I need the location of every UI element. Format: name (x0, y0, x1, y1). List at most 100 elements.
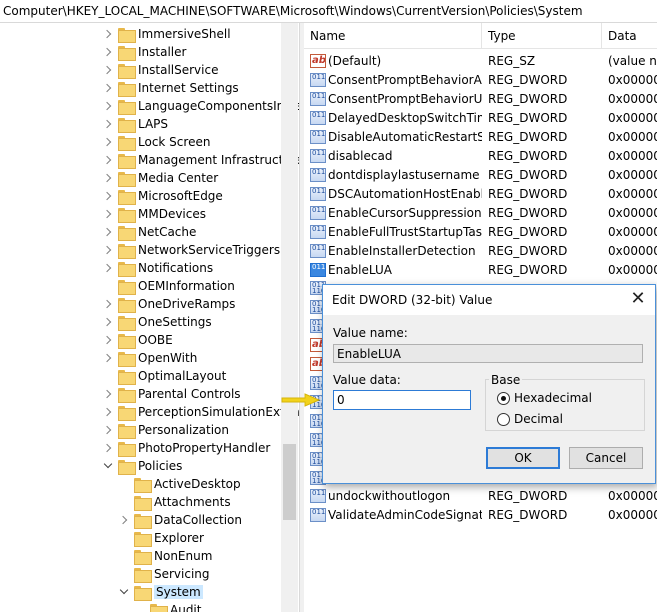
tree-item[interactable]: NetworkServiceTriggers (102, 241, 280, 259)
tree-item-label: Internet Settings (138, 81, 239, 95)
tree-scrollbar-thumb[interactable] (283, 444, 296, 520)
chevron-right-icon[interactable] (102, 331, 114, 349)
tree-item[interactable]: NetCache (102, 223, 196, 241)
tree-item[interactable]: Parental Controls (102, 385, 241, 403)
tree-item[interactable]: Servicing (118, 565, 210, 583)
chevron-right-icon[interactable] (102, 295, 114, 313)
tree-item[interactable]: OEMInformation (102, 277, 235, 295)
dword-value-icon: 011 110 (310, 205, 326, 220)
chevron-right-icon[interactable] (102, 97, 114, 115)
value-row[interactable]: 011 110EnableInstallerDetection REG_DWORD… (304, 241, 657, 260)
tree-item[interactable]: OneDriveRamps (102, 295, 235, 313)
tree-scrollbar[interactable] (281, 23, 298, 612)
tree-item[interactable]: OOBE (102, 331, 173, 349)
key-tree: ImmersiveShell Installer InstallService Int… (0, 23, 299, 612)
value-row[interactable]: 011 110EnableLUA REG_DWORD 0x0000000 (304, 260, 657, 279)
close-icon[interactable]: ✕ (627, 289, 649, 311)
value-type-cell: REG_DWORD (488, 91, 568, 106)
tree-item[interactable]: NonEnum (118, 547, 212, 565)
value-row[interactable]: 011 110EnableFullTrustStartupTasks REG_DW… (304, 222, 657, 241)
tree-item[interactable]: PerceptionSimulationExten (102, 403, 299, 421)
value-row[interactable]: 011 110EnableCursorSuppression REG_DWORD 0… (304, 203, 657, 222)
value-row[interactable]: 011 110DSCAutomationHostEnabled REG_DWORD… (304, 184, 657, 203)
chevron-right-icon[interactable] (102, 259, 114, 277)
tree-item-label: Audit (170, 603, 202, 612)
tree-item[interactable]: Internet Settings (102, 79, 239, 97)
value-row[interactable]: 011 110ValidateAdminCodeSignatu... REG_DW… (304, 505, 657, 524)
folder-icon (118, 27, 136, 43)
value-row[interactable]: 011 110dontdisplaylastusername REG_DWORD 0… (304, 165, 657, 184)
tree-item[interactable]: Installer (102, 43, 186, 61)
chevron-right-icon[interactable] (102, 421, 114, 439)
value-row[interactable]: 011 110disablecad REG_DWORD 0x0000000 (304, 146, 657, 165)
chevron-right-icon[interactable] (102, 439, 114, 457)
chevron-right-icon[interactable] (102, 43, 114, 61)
chevron-right-icon (118, 529, 130, 547)
decimal-radio[interactable]: Decimal (497, 412, 563, 426)
chevron-right-icon[interactable] (102, 25, 114, 43)
value-row[interactable]: 011 110undockwithoutlogon REG_DWORD 0x0000… (304, 486, 657, 505)
tree-item-label: NetworkServiceTriggers (138, 243, 281, 257)
chevron-right-icon[interactable] (102, 403, 114, 421)
value-row[interactable]: 011 110ConsentPromptBehaviorUser REG_DWOR… (304, 89, 657, 108)
tree-item[interactable]: ImmersiveShell (102, 25, 231, 43)
chevron-right-icon[interactable] (102, 205, 114, 223)
chevron-down-icon[interactable] (102, 457, 114, 475)
chevron-down-icon[interactable] (118, 583, 130, 601)
column-name-header[interactable]: Name (304, 23, 482, 49)
chevron-right-icon[interactable] (102, 223, 114, 241)
cancel-button[interactable]: Cancel (569, 447, 643, 469)
tree-item[interactable]: OptimalLayout (102, 367, 226, 385)
tree-item[interactable]: Lock Screen (102, 133, 210, 151)
tree-item[interactable]: Audit (134, 601, 201, 612)
tree-item[interactable]: Personalization (102, 421, 229, 439)
chevron-right-icon[interactable] (102, 385, 114, 403)
value-name-cell: 011 110ValidateAdminCodeSignatu... (304, 507, 482, 522)
chevron-right-icon[interactable] (102, 241, 114, 259)
chevron-right-icon[interactable] (102, 79, 114, 97)
ok-button[interactable]: OK (486, 447, 560, 469)
tree-item-label: OEMInformation (138, 279, 235, 293)
value-row[interactable]: 011 110DisableAutomaticRestartSi... REG_D… (304, 127, 657, 146)
address-bar[interactable]: Computer\HKEY_LOCAL_MACHINE\SOFTWARE\Mic… (0, 0, 657, 23)
tree-item[interactable]: OneSettings (102, 313, 212, 331)
value-row[interactable]: 011 110DelayedDesktopSwitchTim... REG_DWO… (304, 108, 657, 127)
tree-item[interactable]: OpenWith (102, 349, 197, 367)
column-data-header[interactable]: Data (602, 23, 657, 49)
tree-item[interactable]: InstallService (102, 61, 218, 79)
column-type-header[interactable]: Type (482, 23, 602, 49)
tree-item[interactable]: Attachments (118, 493, 231, 511)
tree-item[interactable]: MMDevices (102, 205, 206, 223)
chevron-right-icon[interactable] (102, 169, 114, 187)
tree-item[interactable]: Notifications (102, 259, 213, 277)
value-name-cell: 011 110dontdisplaylastusername (304, 167, 482, 182)
value-row[interactable]: ab(Default) REG_SZ (value no (304, 51, 657, 70)
chevron-right-icon[interactable] (102, 349, 114, 367)
chevron-right-icon[interactable] (102, 115, 114, 133)
chevron-right-icon[interactable] (102, 133, 114, 151)
tree-item[interactable]: ActiveDesktop (118, 475, 241, 493)
value-name-label: EnableLUA (328, 262, 392, 277)
value-data-cell: 0x0000000 (608, 110, 657, 125)
tree-item[interactable]: Explorer (118, 529, 204, 547)
value-data-input[interactable]: 0 (333, 390, 471, 410)
tree-item[interactable]: DataCollection (118, 511, 242, 529)
hexadecimal-radio[interactable]: Hexadecimal (497, 391, 592, 405)
tree-item-label: Media Center (138, 171, 219, 185)
chevron-right-icon[interactable] (102, 61, 114, 79)
tree-item[interactable]: MicrosoftEdge (102, 187, 223, 205)
value-row[interactable]: 011 110ConsentPromptBehaviorAd... REG_DWO… (304, 70, 657, 89)
tree-item[interactable]: LAPS (102, 115, 168, 133)
tree-item[interactable]: System (118, 583, 203, 601)
value-type-cell: REG_DWORD (488, 110, 568, 125)
tree-item[interactable]: Media Center (102, 169, 218, 187)
tree-item[interactable]: Policies (102, 457, 182, 475)
tree-item[interactable]: Management Infrastructure (102, 151, 299, 169)
dword-value-icon: 011 110 (310, 129, 326, 144)
tree-item[interactable]: LanguageComponentsInsta (102, 97, 299, 115)
chevron-right-icon[interactable] (102, 151, 114, 169)
tree-item[interactable]: PhotoPropertyHandler (102, 439, 270, 457)
chevron-right-icon[interactable] (102, 313, 114, 331)
chevron-right-icon[interactable] (102, 187, 114, 205)
chevron-right-icon[interactable] (118, 511, 130, 529)
